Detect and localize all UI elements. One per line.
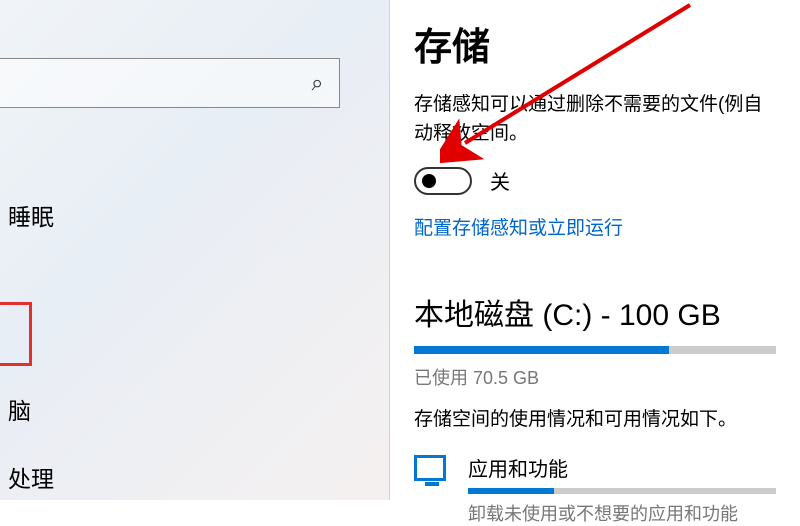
toggle-knob	[422, 174, 436, 188]
storage-sense-toggle[interactable]	[414, 167, 472, 195]
monitor-icon	[414, 455, 446, 481]
settings-sidebar: ⌕ 睡眠 脑 处理	[0, 0, 390, 500]
disk-title: 本地磁盘 (C:) - 100 GB	[414, 290, 776, 334]
apps-usage-bar	[468, 488, 776, 494]
search-input[interactable]: ⌕	[0, 58, 340, 108]
page-title: 存储	[414, 16, 776, 71]
disk-usage-fill	[414, 346, 669, 354]
sidebar-highlight-box	[0, 302, 32, 366]
sidebar-item-sleep[interactable]: 睡眠	[0, 188, 72, 242]
storage-sense-toggle-row: 关	[414, 166, 776, 195]
toggle-state-label: 关	[490, 166, 510, 195]
storage-sense-description: 存储感知可以通过删除不需要的文件(例自动释放空间。	[414, 91, 776, 148]
apps-subtitle: 卸载未使用或不想要的应用和功能	[468, 500, 776, 526]
apps-features-row[interactable]: 应用和功能 卸载未使用或不想要的应用和功能	[414, 453, 776, 526]
apps-content: 应用和功能 卸载未使用或不想要的应用和功能	[468, 453, 776, 526]
search-icon: ⌕	[310, 70, 325, 97]
sidebar-item-pc[interactable]: 脑	[0, 382, 49, 436]
usage-description: 存储空间的使用情况和可用情况如下。	[414, 404, 776, 431]
disk-used-text: 已使用 70.5 GB	[414, 364, 776, 390]
configure-storage-sense-link[interactable]: 配置存储感知或立即运行	[414, 213, 623, 240]
main-content: 存储 存储感知可以通过删除不需要的文件(例自动释放空间。 关 配置存储感知或立即…	[390, 0, 800, 500]
apps-usage-fill	[468, 488, 554, 494]
apps-title: 应用和功能	[468, 453, 776, 482]
sidebar-item-processing[interactable]: 处理	[0, 450, 72, 504]
disk-usage-bar	[414, 346, 776, 354]
